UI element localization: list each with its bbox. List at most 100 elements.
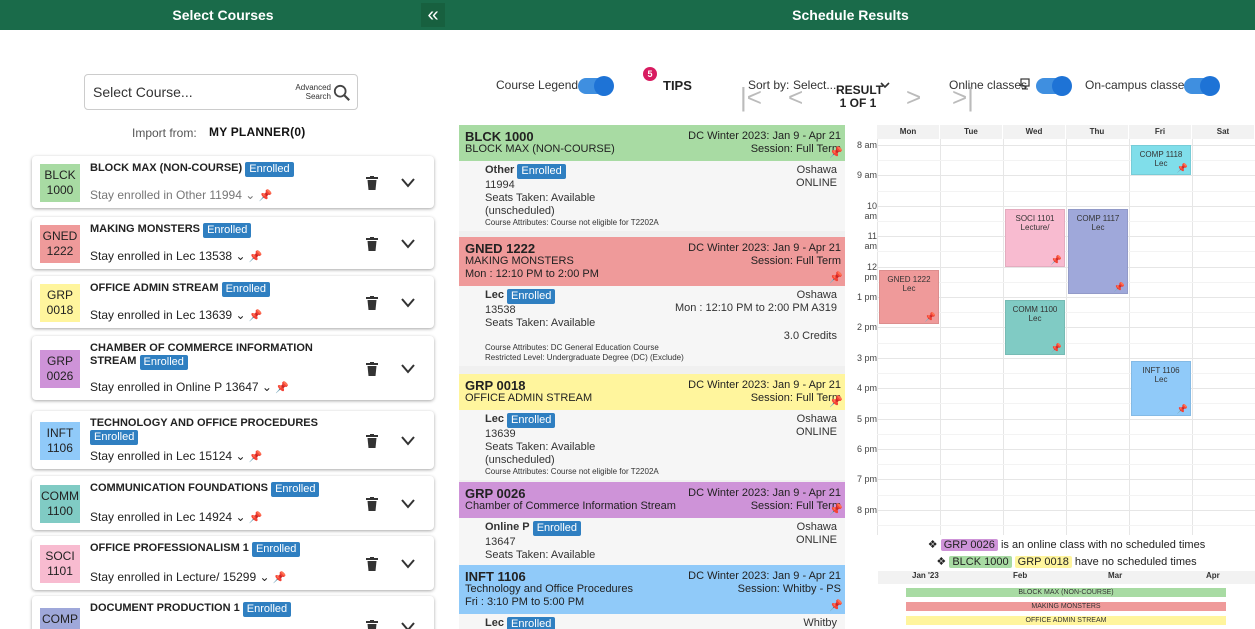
on-campus-classes-toggle[interactable]: [1184, 76, 1220, 96]
hour-label: 2 pm: [856, 322, 877, 333]
enrolled-badge: Enrolled: [90, 430, 139, 445]
trash-icon[interactable]: [366, 497, 378, 511]
calendar-event[interactable]: SOCI 1101 Lecture/ 📌: [1005, 208, 1065, 267]
session-text: Session: Full Term: [750, 392, 841, 404]
select-course-input[interactable]: Select Course... Advanced Search: [84, 74, 358, 110]
chevron-down-icon[interactable]: ⌄: [232, 449, 249, 463]
session-text: Session: Whitby - PS: [737, 583, 841, 595]
section-header[interactable]: BLCK 1000 BLOCK MAX (NON-COURSE) DC Winter…: [459, 125, 845, 161]
course-code-subject: GRP: [46, 288, 73, 302]
course-card: COMM 1100 COMMUNICATION FOUNDATIONS Enroll…: [32, 476, 434, 530]
chevron-down-icon[interactable]: [401, 621, 415, 629]
search-icon[interactable]: [333, 84, 351, 102]
trash-icon[interactable]: [366, 362, 378, 376]
previous-result-icon[interactable]: <: [788, 82, 803, 113]
pin-icon: 📌: [248, 451, 263, 463]
unscheduled-text: (unscheduled): [485, 454, 555, 466]
advanced-search-label[interactable]: Advanced Search: [295, 83, 331, 101]
half-hour-gridline: [877, 190, 1255, 192]
term-text: DC Winter 2023: Jan 9 - Apr 21: [688, 487, 841, 499]
next-result-icon[interactable]: >: [906, 82, 921, 113]
trash-icon[interactable]: [366, 296, 378, 310]
section-time: Mon : 12:10 PM to 2:00 PM: [465, 268, 599, 280]
calendar-event[interactable]: GNED 1222 Lec 📌: [879, 269, 939, 325]
my-planner-link[interactable]: MY PLANNER(0): [209, 125, 305, 139]
online-classes-toggle[interactable]: [1036, 76, 1072, 96]
tips-count-badge: 5: [643, 67, 657, 81]
trash-icon[interactable]: [366, 620, 378, 629]
stay-enrolled-select[interactable]: Stay enrolled in Lec 13538 ⌄ 📌: [90, 249, 263, 263]
hour-gridline: [877, 479, 1255, 481]
chevron-down-icon[interactable]: [401, 297, 415, 308]
section-time: Fri : 3:10 PM to 5:00 PM: [465, 596, 585, 608]
stay-enrolled-select[interactable]: Stay enrolled in Online P 13647 ⌄ 📌: [90, 380, 289, 394]
chevron-down-icon[interactable]: [401, 238, 415, 249]
enrolled-badge: Enrolled: [517, 164, 566, 179]
pin-icon: 📌: [275, 382, 289, 394]
hour-gridline: [877, 418, 1255, 420]
course-name: OFFICE PROFESSIONALISM 1 Enrolled: [90, 542, 330, 557]
online-note: ❖ GRP 0026 is an online class with no sc…: [878, 538, 1255, 551]
chevron-down-icon[interactable]: [401, 558, 415, 569]
chevron-down-icon[interactable]: [401, 177, 415, 188]
chevron-down-icon[interactable]: ⌄: [242, 188, 259, 202]
restricted-level: Restricted Level: Undergraduate Degree (…: [485, 353, 684, 362]
chevron-down-icon[interactable]: ⌄: [232, 510, 249, 524]
course-name: CHAMBER OF COMMERCE INFORMATION STREAM E…: [90, 342, 330, 370]
stay-enrolled-select[interactable]: Stay enrolled in Lecture/ 15299 ⌄ 📌: [90, 570, 287, 584]
campus: Oshawa: [796, 413, 837, 425]
hour-gridline: [877, 175, 1255, 177]
stay-enrolled-text: Stay enrolled in Online P 13647: [90, 380, 259, 394]
trash-icon[interactable]: [366, 237, 378, 251]
pin-icon: 📌: [829, 272, 843, 284]
section-block: INFT 1106 Technology and Office Procedure…: [459, 565, 845, 629]
enrolled-badge: Enrolled: [221, 282, 270, 297]
course-attributes: Course Attributes: DC General Education …: [485, 343, 659, 352]
enrolled-badge: Enrolled: [251, 542, 301, 557]
course-code-number: 1101: [47, 564, 73, 578]
tips-button[interactable]: TIPS: [663, 78, 692, 93]
section-header[interactable]: GRP 0026 Chamber of Commerce Information …: [459, 482, 845, 518]
course-code-number: 0026: [46, 369, 74, 383]
trash-icon[interactable]: [366, 557, 378, 571]
section-type: Lec: [485, 413, 504, 425]
section-header[interactable]: GRP 0018 OFFICE ADMIN STREAM DC Winter 202…: [459, 374, 845, 410]
section-header[interactable]: GNED 1222 MAKING MONSTERS Mon : 12:10 PM t…: [459, 237, 845, 286]
gantt-month: Mar: [1108, 571, 1123, 580]
calendar-event[interactable]: COMP 1117 Lec 📌: [1068, 208, 1128, 294]
course-card: GNED 1222 MAKING MONSTERS Enrolled Stay enr…: [32, 217, 434, 269]
day-header: Tue: [940, 125, 1002, 139]
half-hour-gridline: [877, 221, 1255, 222]
event-code: COMM 1100: [1012, 305, 1058, 315]
section-header[interactable]: INFT 1106 Technology and Office Procedure…: [459, 565, 845, 614]
stay-enrolled-text: Stay enrolled in Lec 13538: [90, 249, 233, 263]
chevron-down-icon[interactable]: [401, 363, 415, 374]
chevron-down-icon[interactable]: [401, 498, 415, 509]
stay-enrolled-select[interactable]: Stay enrolled in Lec 13639 ⌄ 📌: [90, 308, 263, 322]
chevron-down-icon[interactable]: ⌄: [256, 570, 273, 584]
chevron-down-icon[interactable]: [401, 435, 415, 446]
first-result-icon[interactable]: |<: [740, 82, 762, 113]
pin-icon: 📌: [1113, 281, 1125, 292]
course-code-subject: GNED: [42, 229, 78, 243]
note-text: is an online class with no scheduled tim…: [1000, 539, 1206, 551]
schedule-results-title: Schedule Results: [792, 7, 909, 23]
stay-enrolled-select[interactable]: Stay enrolled in Lec 15124 ⌄ 📌: [90, 449, 263, 463]
calendar-event[interactable]: INFT 1106 Lec 📌: [1131, 360, 1191, 416]
collapse-panel-button[interactable]: «: [421, 3, 445, 27]
calendar-event[interactable]: COMM 1100 Lec 📌: [1005, 300, 1065, 355]
calendar-event[interactable]: COMP 1118 Lec 📌: [1131, 145, 1191, 176]
trash-icon[interactable]: [366, 434, 378, 448]
monitor-icon: [1020, 78, 1030, 90]
chevron-down-icon[interactable]: ⌄: [232, 249, 249, 263]
stay-enrolled-select[interactable]: Stay enrolled in Lec 14924 ⌄ 📌: [90, 510, 263, 524]
course-code-subject: GRP: [46, 354, 73, 368]
chevron-down-icon[interactable]: ⌄: [259, 380, 276, 394]
pin-icon: 📌: [248, 512, 263, 524]
last-result-icon[interactable]: >|: [952, 82, 974, 113]
course-legend-toggle[interactable]: [578, 76, 614, 96]
stay-enrolled-select[interactable]: Stay enrolled in Other 11994 ⌄ 📌: [90, 188, 272, 202]
chevron-down-icon[interactable]: ⌄: [232, 308, 249, 322]
trash-icon[interactable]: [366, 176, 378, 190]
hour-gridline: [877, 388, 1255, 390]
